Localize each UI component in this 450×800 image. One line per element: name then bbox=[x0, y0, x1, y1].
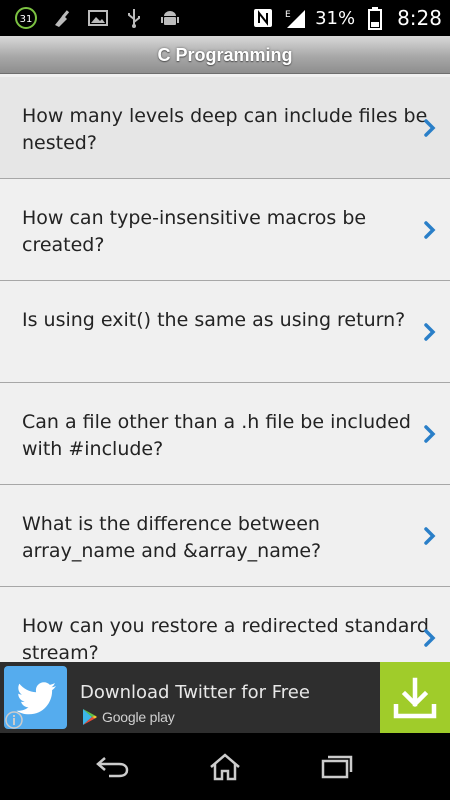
chevron-right-icon bbox=[424, 179, 438, 281]
home-button[interactable] bbox=[185, 733, 265, 800]
google-play-label: Google play bbox=[102, 709, 175, 725]
download-button[interactable] bbox=[380, 662, 450, 733]
status-left-icons: 31 bbox=[14, 6, 182, 30]
ad-title[interactable]: Download Twitter for Free bbox=[80, 682, 310, 703]
status-bar: 31 E 31% 8:28 bbox=[0, 0, 450, 36]
google-play-badge: Google play bbox=[82, 708, 175, 726]
chevron-right-icon bbox=[424, 77, 438, 179]
notification-count-icon: 31 bbox=[14, 6, 38, 30]
app-screen: 31 E 31% 8:28 C Programming How many lev… bbox=[0, 0, 450, 800]
question-text: What is the difference between array_nam… bbox=[22, 513, 322, 562]
question-text: Can a file other than a .h file be inclu… bbox=[22, 411, 411, 460]
svg-text:E: E bbox=[285, 10, 291, 20]
ad-info-icon[interactable] bbox=[4, 710, 24, 730]
google-play-icon bbox=[83, 709, 97, 725]
clock: 8:28 bbox=[397, 6, 442, 30]
cleaner-icon bbox=[50, 6, 74, 30]
battery-percent: 31% bbox=[315, 7, 356, 29]
download-icon bbox=[393, 677, 437, 718]
question-item[interactable]: What is the difference between array_nam… bbox=[0, 485, 450, 587]
question-item[interactable]: Can a file other than a .h file be inclu… bbox=[0, 383, 450, 485]
battery-icon bbox=[363, 6, 387, 30]
recents-button[interactable] bbox=[297, 733, 377, 800]
question-text: How many levels deep can include files b… bbox=[22, 105, 428, 154]
question-text: Is using exit() the same as using return… bbox=[22, 309, 406, 331]
usb-icon bbox=[122, 6, 146, 30]
status-right-icons: E 31% 8:28 bbox=[251, 0, 442, 36]
chevron-right-icon bbox=[424, 281, 438, 383]
question-item[interactable]: How can you restore a redirected standar… bbox=[0, 587, 450, 662]
ad-banner[interactable]: Download Twitter for Free Google play bbox=[0, 662, 450, 733]
back-icon bbox=[96, 756, 129, 777]
question-item[interactable]: Is using exit() the same as using return… bbox=[0, 281, 450, 383]
question-item[interactable]: How many levels deep can include files b… bbox=[0, 77, 450, 179]
nfc-icon bbox=[251, 6, 275, 30]
chevron-right-icon bbox=[424, 485, 438, 587]
system-nav-bar bbox=[0, 733, 450, 800]
app-title-bar: C Programming bbox=[0, 36, 450, 74]
page-title: C Programming bbox=[157, 45, 293, 65]
image-icon bbox=[86, 6, 110, 30]
back-button[interactable] bbox=[73, 733, 153, 800]
chevron-right-icon bbox=[424, 383, 438, 485]
home-icon bbox=[210, 752, 240, 780]
notification-badge-text: 31 bbox=[20, 14, 33, 25]
android-icon bbox=[158, 6, 182, 30]
signal-icon: E bbox=[283, 6, 307, 30]
question-text: How can you restore a redirected standar… bbox=[22, 615, 429, 662]
question-text: How can type-insensitive macros be creat… bbox=[22, 207, 367, 256]
question-item[interactable]: How can type-insensitive macros be creat… bbox=[0, 179, 450, 281]
question-list[interactable]: How many levels deep can include files b… bbox=[0, 74, 450, 662]
recents-icon bbox=[321, 755, 353, 778]
chevron-right-icon bbox=[424, 587, 438, 662]
